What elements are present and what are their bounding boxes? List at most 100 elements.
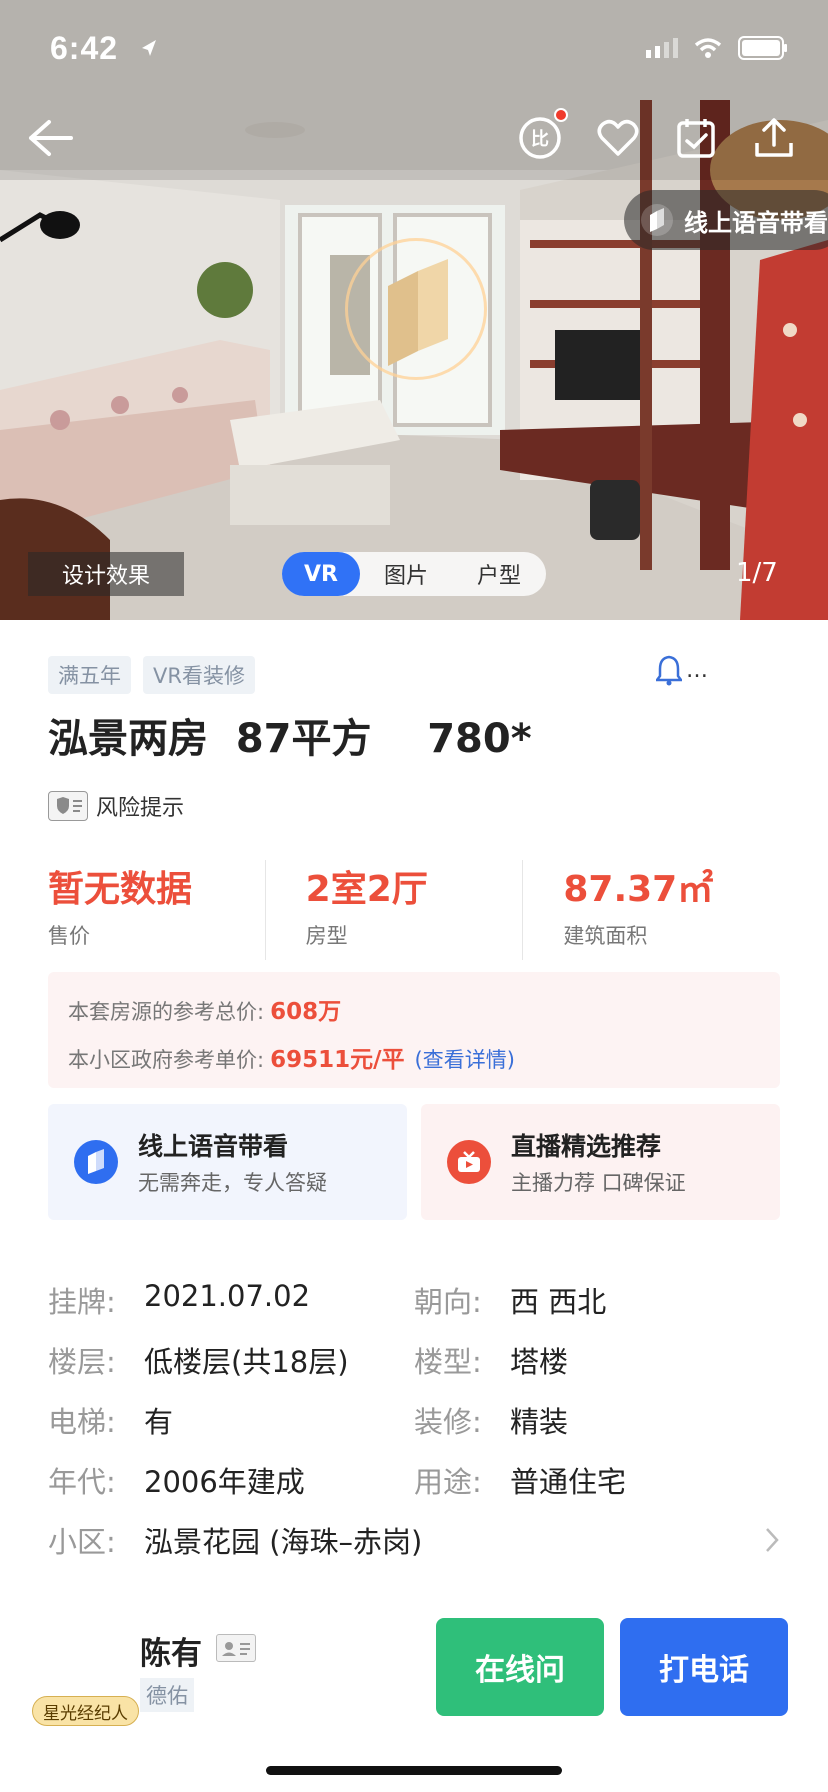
design-effect-tag[interactable]: 设计效果 <box>28 552 184 596</box>
bell-icon <box>656 655 682 686</box>
detail-row: 年代: 2006年建成 用途: 普通住宅 <box>48 1450 780 1510</box>
tag: 满五年 <box>48 656 131 694</box>
detail-value: 低楼层(共18层) <box>144 1345 349 1379</box>
detail-label: 朝向: <box>414 1285 482 1319</box>
back-arrow-icon <box>29 120 73 156</box>
community-value: 泓景花园 (海珠–赤岗) <box>144 1525 423 1559</box>
area-caption: 建筑面积 <box>563 924 648 948</box>
share-button[interactable] <box>744 108 804 168</box>
listing-title: 泓景两房 87平方 780* <box>48 716 532 762</box>
detail-value: 2021.07.02 <box>144 1279 311 1313</box>
detail-value: 精装 <box>510 1405 569 1439</box>
community-row[interactable]: 小区: 泓景花园 (海珠–赤岗) <box>48 1510 780 1570</box>
area-stat: 87.37㎡ 建筑面积 <box>522 860 780 960</box>
live-tv-icon <box>447 1140 491 1184</box>
tab-vr[interactable]: VR <box>282 552 360 596</box>
layout-value: 2室2厅 <box>305 869 428 910</box>
detail-label: 用途: <box>414 1465 482 1499</box>
schedule-button[interactable] <box>666 108 726 168</box>
detail-value: 有 <box>144 1405 174 1439</box>
status-bar: 6:42 <box>0 0 828 96</box>
reference-unit-row: 本小区政府参考单价: 69511元/平 (查看详情) <box>68 1040 760 1074</box>
agent-license-icon[interactable] <box>216 1634 256 1662</box>
risk-card-icon <box>48 791 88 821</box>
share-icon <box>755 118 793 157</box>
vr-logo-icon <box>74 1140 118 1184</box>
calendar-check-icon <box>677 119 715 158</box>
agent-company: 德佑 <box>140 1678 194 1712</box>
detail-value: 普通住宅 <box>510 1465 627 1499</box>
tag: VR看装修 <box>143 656 255 694</box>
voice-tour-card[interactable]: 线上语音带看 无需奔走，专人答疑 <box>48 1104 407 1220</box>
detail-value: 2006年建成 <box>144 1465 305 1499</box>
battery-icon <box>738 36 787 60</box>
price-stat: 暂无数据 售价 <box>48 860 265 960</box>
area-value: 87.37㎡ <box>563 869 714 910</box>
detail-label: 楼层: <box>48 1345 116 1379</box>
svg-text:比: 比 <box>531 129 549 150</box>
avatar[interactable] <box>30 1604 126 1700</box>
favorite-button[interactable] <box>588 108 648 168</box>
status-time: 6:42 <box>50 30 119 66</box>
media-tabs: VR 图片 户型 <box>282 552 546 596</box>
subscribe-button[interactable]: … <box>656 654 708 686</box>
live-stream-card[interactable]: 直播精选推荐 主播力荐 口碑保证 <box>421 1104 780 1220</box>
voice-tour-pill[interactable]: 线上语音带看 <box>624 190 828 250</box>
vr-logo-icon <box>641 204 673 236</box>
tab-photos[interactable]: 图片 <box>360 552 452 596</box>
wifi-icon <box>694 38 722 58</box>
detail-label: 楼型: <box>414 1345 482 1379</box>
voice-tour-label: 线上语音带看 <box>684 208 828 237</box>
price-caption: 售价 <box>48 924 90 948</box>
reference-total-label: 本套房源的参考总价: <box>68 1000 265 1024</box>
detail-row: 楼层: 低楼层(共18层) 楼型: 塔楼 <box>48 1330 780 1390</box>
back-button[interactable] <box>20 108 80 168</box>
detail-row: 挂牌: 2021.07.02 朝向: 西 西北 <box>48 1270 780 1330</box>
detail-row: 电梯: 有 装修: 精装 <box>48 1390 780 1450</box>
agent-name[interactable]: 陈有 <box>140 1628 202 1673</box>
reference-price-box: 本套房源的参考总价: 608万 本小区政府参考单价: 69511元/平 (查看详情) <box>48 972 780 1088</box>
vr-play-badge[interactable] <box>345 238 487 380</box>
agent-bar: 陈有 德佑 星光经纪人 在线问 打电话 <box>0 1580 828 1792</box>
card-title: 线上语音带看 <box>138 1132 289 1161</box>
vr-logo-icon <box>388 259 448 366</box>
reference-total-row: 本套房源的参考总价: 608万 <box>68 992 760 1026</box>
tab-floorplan[interactable]: 户型 <box>452 552 546 596</box>
photo-counter: 1/7 <box>736 558 778 588</box>
risk-label: 风险提示 <box>96 796 185 821</box>
detail-value: 塔楼 <box>510 1345 569 1379</box>
reference-unit-label: 本小区政府参考单价: <box>68 1048 265 1072</box>
layout-caption: 房型 <box>305 924 348 948</box>
compare-button[interactable]: 比 <box>510 108 570 168</box>
location-arrow-icon <box>142 40 156 56</box>
more-icon[interactable]: … <box>686 658 708 683</box>
call-button[interactable]: 打电话 <box>620 1618 788 1716</box>
compare-icon: 比 <box>519 117 561 159</box>
home-indicator <box>266 1766 562 1775</box>
detail-label: 小区: <box>48 1525 116 1559</box>
chevron-right-icon <box>766 1528 779 1552</box>
listing-photo[interactable]: 6:42 比 线上语音带看 设计效果 VR 图片 户型 1/7 <box>0 0 828 620</box>
chat-online-button[interactable]: 在线问 <box>436 1618 604 1716</box>
card-subtitle: 主播力荐 口碑保证 <box>511 1171 686 1195</box>
property-details: 挂牌: 2021.07.02 朝向: 西 西北 楼层: 低楼层(共18层) 楼型: 塔楼… <box>48 1270 780 1570</box>
heart-icon <box>597 119 639 156</box>
service-cards: 线上语音带看 无需奔走，专人答疑 直播精选推荐 主播力荐 口碑保证 <box>48 1104 780 1220</box>
card-title: 直播精选推荐 <box>511 1132 662 1161</box>
notification-dot <box>554 108 568 122</box>
signal-icon <box>646 38 678 58</box>
risk-notice[interactable]: 风险提示 <box>48 790 184 822</box>
card-subtitle: 无需奔走，专人答疑 <box>138 1171 327 1195</box>
detail-value: 西 西北 <box>510 1285 607 1319</box>
key-stats: 暂无数据 售价 2室2厅 房型 87.37㎡ 建筑面积 <box>48 860 780 960</box>
reference-unit-value: 69511元/平 <box>270 1047 405 1073</box>
layout-stat: 2室2厅 房型 <box>264 860 523 960</box>
tag-list: 满五年 VR看装修 <box>48 656 255 694</box>
detail-label: 电梯: <box>48 1405 116 1439</box>
star-agent-badge: 星光经纪人 <box>32 1696 139 1726</box>
detail-label: 挂牌: <box>48 1285 116 1319</box>
reference-total-value: 608万 <box>270 999 342 1025</box>
view-details-link[interactable]: (查看详情) <box>415 1048 515 1072</box>
detail-label: 装修: <box>414 1405 482 1439</box>
detail-label: 年代: <box>48 1465 116 1499</box>
